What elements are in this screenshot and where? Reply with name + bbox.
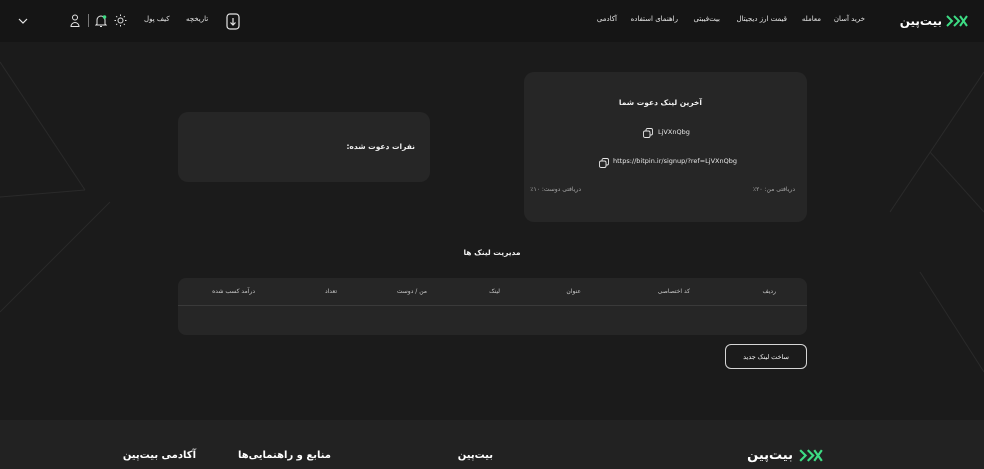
footer-brand-mark-icon bbox=[798, 449, 824, 462]
my-share-label: دریافتی من: ۲۰٪ bbox=[752, 186, 795, 193]
links-table: ردیف کد اختصاصی عنوان لینک من / دوست تعد… bbox=[178, 278, 807, 335]
invite-code: LjVXnQbg bbox=[658, 128, 690, 136]
footer-col-resources: منابع و راهنمایی‌ها bbox=[237, 450, 331, 461]
nav-item-easy-buy[interactable]: خرید آسان bbox=[834, 15, 865, 23]
invited-count-card: نفرات دعوت شده: bbox=[178, 112, 430, 182]
copy-link-icon[interactable] bbox=[598, 157, 609, 168]
col-row: ردیف bbox=[762, 288, 776, 295]
nav-item-crypto-prices[interactable]: قیمت ارز دیجیتال bbox=[736, 15, 787, 23]
background-decoration bbox=[0, 61, 984, 373]
page: بیت‌پین خرید آسان معامله قیمت ارز دیجیتا… bbox=[0, 0, 984, 469]
invite-card-title: آخرین لینک دعوت شما bbox=[618, 98, 702, 107]
header-divider bbox=[88, 14, 89, 27]
brand-name: بیت‌پین bbox=[899, 14, 942, 28]
nav-item-bitfibti[interactable]: بیت‌فیبتی bbox=[694, 15, 720, 23]
new-link-button[interactable]: ساخت لینک جدید bbox=[725, 344, 807, 369]
invited-count-label: نفرات دعوت شده: bbox=[346, 142, 415, 151]
col-count: تعداد bbox=[324, 288, 337, 295]
col-link: لینک bbox=[489, 288, 500, 295]
user-icon[interactable] bbox=[69, 13, 81, 28]
deposit-icon[interactable] bbox=[225, 12, 241, 30]
brand-mark-icon bbox=[946, 15, 968, 27]
sun-icon[interactable] bbox=[114, 14, 127, 27]
top-header: بیت‌پین خرید آسان معامله قیمت ارز دیجیتا… bbox=[0, 0, 984, 42]
footer-col-bitpin: بیت‌پین bbox=[457, 450, 493, 461]
chevron-down-icon[interactable] bbox=[17, 16, 29, 25]
invite-link[interactable]: https://bitpin.ir/signup/?ref=LjVXnQbg bbox=[613, 157, 737, 165]
nav-item-guide[interactable]: راهنمای استفاده bbox=[631, 15, 678, 23]
footer: بیت‌پین بیت‌پین منابع و راهنمایی‌ها آکاد… bbox=[0, 420, 984, 469]
col-title: عنوان bbox=[566, 288, 581, 295]
nav-item-trade[interactable]: معامله bbox=[802, 15, 821, 23]
footer-brand-name: بیت‌پین bbox=[747, 448, 793, 463]
links-section-title: مدیریت لینک ها bbox=[463, 248, 521, 257]
invite-link-card: آخرین لینک دعوت شما LjVXnQbg https://bit… bbox=[524, 72, 807, 222]
links-table-header: ردیف کد اختصاصی عنوان لینک من / دوست تعد… bbox=[178, 278, 807, 306]
friend-share-label: دریافتی دوست: ۱۰٪ bbox=[530, 186, 581, 193]
footer-logo[interactable]: بیت‌پین bbox=[747, 448, 824, 463]
col-earned: درآمد کسب شده bbox=[212, 288, 255, 295]
nav-item-academy[interactable]: آکادمی bbox=[597, 15, 617, 23]
brand-logo[interactable]: بیت‌پین bbox=[900, 12, 968, 30]
footer-col-academy: آکادمی بیت‌پین bbox=[122, 450, 196, 461]
copy-code-icon[interactable] bbox=[642, 127, 653, 138]
bell-icon[interactable] bbox=[94, 13, 107, 28]
col-me-friend: من / دوست bbox=[396, 288, 427, 295]
col-code: کد اختصاصی bbox=[657, 288, 690, 295]
wallet-link[interactable]: کیف پول bbox=[144, 15, 170, 23]
history-link[interactable]: تاریخچه bbox=[186, 15, 208, 23]
